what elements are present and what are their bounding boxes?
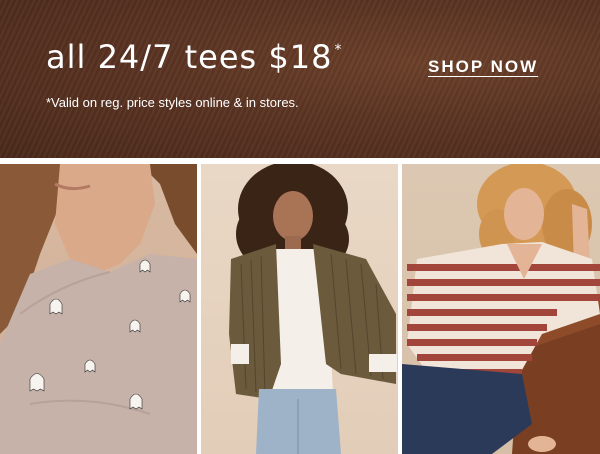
promo-disclaimer: *Valid on reg. price styles online & in … xyxy=(46,95,299,110)
promo-headline: all 24/7 tees $18 * xyxy=(46,38,342,76)
headline-text: all 24/7 tees $18 xyxy=(46,38,333,76)
product-photo-ghost-tee[interactable] xyxy=(0,164,197,454)
product-photo-striped-top[interactable] xyxy=(402,164,600,454)
ghost-tee-illustration xyxy=(0,164,197,454)
promo-banner[interactable]: all 24/7 tees $18 * *Valid on reg. price … xyxy=(0,0,600,158)
jacket-illustration xyxy=(229,164,397,454)
shop-now-link[interactable]: SHOP NOW xyxy=(428,57,538,77)
headline-asterisk: * xyxy=(334,42,343,58)
product-photo-corduroy-jacket[interactable] xyxy=(201,164,398,454)
striped-top-illustration xyxy=(402,164,600,454)
